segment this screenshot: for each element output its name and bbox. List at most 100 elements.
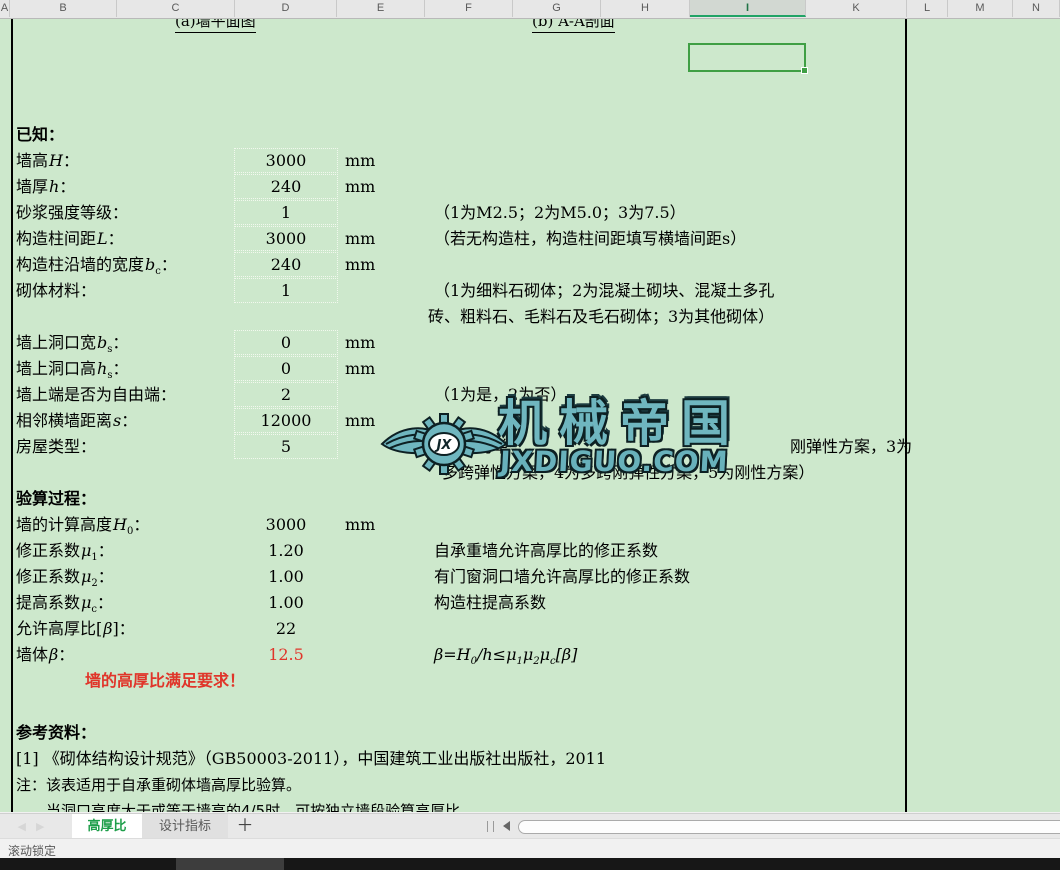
tab-shejizhibiao[interactable]: 设计指标 [142,814,228,839]
mu1-value[interactable]: 1.20 [234,538,338,564]
wall-height-value[interactable]: 3000 [234,148,338,174]
masonry-material-note: （1为细料石砌体；2为混凝土砌块、混凝土多孔 [434,281,775,300]
column-header-e[interactable]: E [337,0,425,17]
house-type-label: 房屋类型： [16,437,97,456]
wall-thickness: 墙厚h： 240 mm [0,174,1060,200]
add-sheet-button[interactable]: ＋ [232,814,258,839]
wall-thickness-unit: mm [345,177,376,196]
calc-height-unit: mm [345,515,376,534]
sheet-tab-bar: ◀▶ 高厚比 设计指标 ＋ [0,813,1060,839]
opening-width-value[interactable]: 0 [234,330,338,356]
column-header-k[interactable]: K [806,0,907,17]
wall-thickness-label: 墙厚h： [16,177,76,196]
column-spacing-unit: mm [345,229,376,248]
known-header-text: 已知： [16,125,65,144]
column-header-l[interactable]: L [907,0,948,17]
wall-height-unit: mm [345,151,376,170]
free-end: 墙上端是否为自由端： 2 （1为是，2为否） [0,382,1060,408]
horizontal-scrollbar-thumb[interactable] [518,820,1060,834]
wall-height: 墙高H： 3000 mm [0,148,1060,174]
column-header-f[interactable]: F [425,0,513,17]
reference-1: [1] 《砌体结构设计规范》（GB50003-2011），中国建筑工业出版社出版… [0,746,1060,772]
tab-scroll-splitter[interactable] [487,821,494,832]
house-type-value[interactable]: 5 [234,434,338,460]
verification-header: 验算过程： [0,486,1060,512]
status-bar: 滚动锁定 [0,838,1060,859]
column-spacing-value[interactable]: 3000 [234,226,338,252]
verification-header-text: 验算过程： [16,489,97,508]
column-header-row: ABCDEFGHIKLMN [0,0,1060,19]
transverse-wall-distance-unit: mm [345,411,376,430]
column-header-b[interactable]: B [10,0,117,17]
transverse-wall-distance-value[interactable]: 12000 [234,408,338,434]
sheet-area: (a)墙平面图 (b) A-A剖面 已知： 墙高H： 3000 mm 墙厚h： 240 mm… [0,0,1060,812]
calc-height-value[interactable]: 3000 [234,512,338,538]
mu2: 修正系数μ2： 1.00 有门窗洞口墙允许高厚比的修正系数 [0,564,1060,590]
muc-value[interactable]: 1.00 [234,590,338,616]
column-header-n[interactable]: N [1013,0,1060,17]
column-spacing-label: 构造柱间距L： [16,229,124,248]
transverse-wall-distance-label: 相邻横墙距离s： [16,411,138,430]
column-header-i[interactable]: I [690,0,806,17]
masonry-material-value[interactable]: 1 [234,278,338,304]
mortar-grade: 砂浆强度等级： 1 （1为M2.5；2为M5.0；3为7.5） [0,200,1060,226]
masonry-material-note2-note: 砖、粗料石、毛料石及毛石砌体；3为其他砌体） [428,307,775,326]
muc: 提高系数μc： 1.00 构造柱提高系数 [0,590,1060,616]
wall-beta-value[interactable]: 12.5 [234,642,338,668]
house-type-note2: 多跨弹性方案，4为多跨刚弹性方案，5为刚性方案） [0,460,1060,486]
allowable-ratio: 允许高厚比[β]： 22 [0,616,1060,642]
masonry-material: 砌体材料： 1 （1为细料石砌体；2为混凝土砌块、混凝土多孔 [0,278,1060,304]
fill-handle[interactable] [801,67,808,74]
free-end-note: （1为是，2为否） [434,385,567,404]
mu1: 修正系数μ1： 1.20 自承重墙允许高厚比的修正系数 [0,538,1060,564]
bottom-bar-segment [176,858,284,870]
print-area-border-left [11,18,13,812]
result-text: 墙的高厚比满足要求！ [85,671,246,690]
column-header-g[interactable]: G [513,0,601,17]
mu2-value[interactable]: 1.00 [234,564,338,590]
opening-height-unit: mm [345,359,376,378]
column-width: 构造柱沿墙的宽度bc： 240 mm [0,252,1060,278]
column-width-value[interactable]: 240 [234,252,338,278]
note-2-text: 当洞口高度大于或等于墙高的4/5时，可按独立墙段验算高厚比 [46,802,461,812]
house-type-note2-note: 多跨弹性方案，4为多跨刚弹性方案，5为刚性方案） [442,463,815,482]
house-type-note-2: 刚弹性方案，3为 [790,437,913,456]
column-header-a[interactable]: A [0,0,10,17]
column-header-c[interactable]: C [117,0,235,17]
opening-width: 墙上洞口宽bs： 0 mm [0,330,1060,356]
allowable-ratio-label: 允许高厚比[β]： [16,619,135,638]
allowable-ratio-value[interactable]: 22 [234,616,338,642]
mu2-note: 有门窗洞口墙允许高厚比的修正系数 [434,567,691,586]
tab-gaohoubi[interactable]: 高厚比 [72,814,142,839]
bottom-bar [0,858,1060,870]
scroll-left-arrow-icon[interactable] [503,821,510,831]
house-type-note: 为单 [477,437,510,456]
column-header-m[interactable]: M [948,0,1013,17]
column-header-h[interactable]: H [601,0,690,17]
wall-height-label: 墙高H： [16,151,79,170]
note-1: 注：该表适用于自承重砌体墙高厚比验算。 [0,772,1060,798]
mortar-grade-note: （1为M2.5；2为M5.0；3为7.5） [434,203,686,222]
spreadsheet-window: (a)墙平面图 (b) A-A剖面 已知： 墙高H： 3000 mm 墙厚h： 240 mm… [0,0,1060,870]
sheet-nav-buttons[interactable]: ◀▶ [0,814,72,839]
mu1-note: 自承重墙允许高厚比的修正系数 [434,541,659,560]
house-type: 房屋类型： 5 为单 刚弹性方案，3为 [0,434,1060,460]
note-2: 当洞口高度大于或等于墙高的4/5时，可按独立墙段验算高厚比 [0,798,1060,812]
wall-beta: 墙体β： 12.5 β=H0/h≤μ1μ2μc[β] [0,642,1060,668]
scroll-lock-indicator: 滚动锁定 [8,844,57,858]
masonry-material-label: 砌体材料： [16,281,97,300]
free-end-value[interactable]: 2 [234,382,338,408]
column-spacing-note: （若无构造柱，构造柱间距填写横墙间距s） [434,229,747,248]
opening-height-value[interactable]: 0 [234,356,338,382]
selected-cell[interactable] [688,43,808,74]
column-spacing: 构造柱间距L： 3000 mm （若无构造柱，构造柱间距填写横墙间距s） [0,226,1060,252]
wall-thickness-value[interactable]: 240 [234,174,338,200]
opening-height: 墙上洞口高hs： 0 mm [0,356,1060,382]
calc-height: 墙的计算高度H0： 3000 mm [0,512,1060,538]
free-end-label: 墙上端是否为自由端： [16,385,177,404]
mortar-grade-value[interactable]: 1 [234,200,338,226]
column-width-unit: mm [345,255,376,274]
column-header-d[interactable]: D [235,0,337,17]
muc-note: 构造柱提高系数 [434,593,547,612]
references-header: 参考资料： [0,720,1060,746]
